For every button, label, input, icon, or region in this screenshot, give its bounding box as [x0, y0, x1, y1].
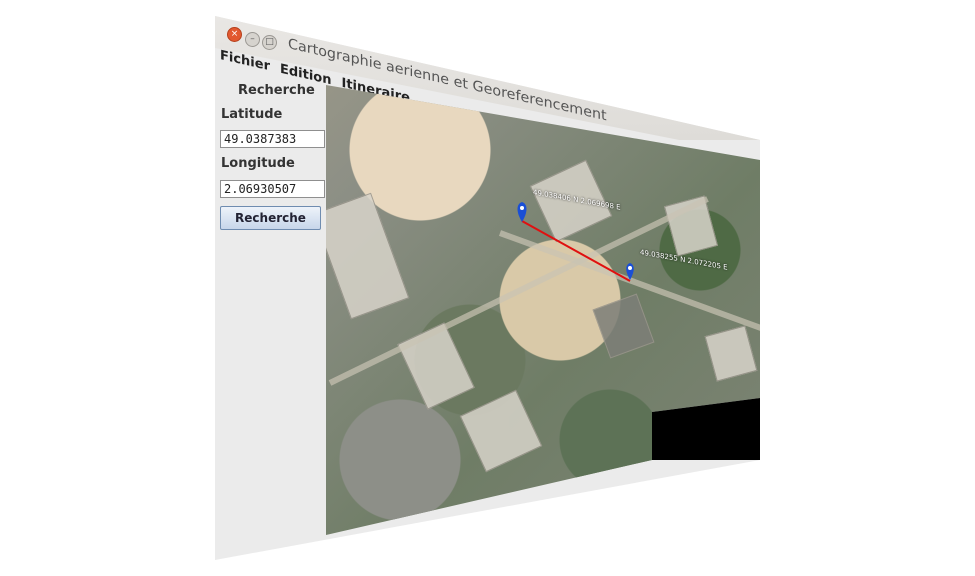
application-window: × – □ Cartographie aerienne et Georefere… [0, 0, 975, 576]
map-marker-start[interactable] [517, 202, 527, 222]
pin-center [628, 266, 632, 270]
route-line [521, 220, 631, 282]
route-overlay [517, 202, 634, 282]
pin-center [520, 206, 524, 210]
map-marker-end[interactable] [626, 263, 634, 280]
location-pin-icon[interactable] [626, 263, 634, 280]
location-pin-icon[interactable] [517, 202, 527, 222]
